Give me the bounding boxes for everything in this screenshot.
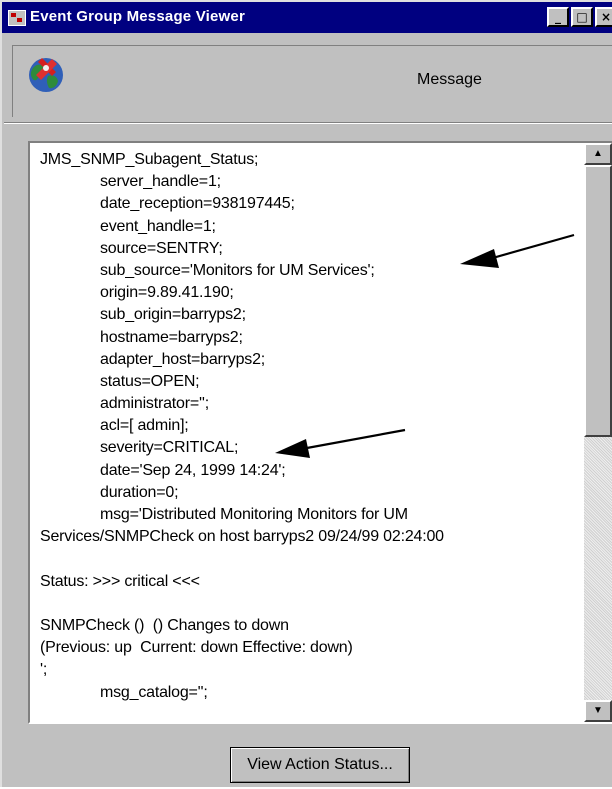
message-line: event_handle=1; bbox=[100, 217, 216, 235]
message-line: '; bbox=[40, 661, 48, 679]
message-line: origin=9.89.41.190; bbox=[100, 284, 234, 302]
message-text-area[interactable]: JMS_SNMP_Subagent_Status; server_handle=1… bbox=[28, 141, 612, 724]
header-panel bbox=[12, 45, 612, 117]
message-line: duration=0; bbox=[100, 483, 179, 501]
message-line: (Previous: up Current: down Effective: d… bbox=[40, 639, 353, 657]
scroll-down-arrow-icon[interactable]: ▼ bbox=[584, 700, 612, 722]
message-line: server_handle=1; bbox=[100, 173, 221, 191]
panel-divider bbox=[4, 122, 612, 124]
app-icon[interactable] bbox=[8, 10, 26, 26]
message-line: sub_origin=barryps2; bbox=[100, 306, 246, 324]
event-group-message-viewer-window: Event Group Message Viewer _ □ × Message… bbox=[0, 0, 612, 787]
message-line: date='Sep 24, 1999 14:24'; bbox=[100, 461, 286, 479]
message-line: msg='Distributed Monitoring Monitors for… bbox=[100, 506, 408, 523]
message-line: SNMPCheck () () Changes to down bbox=[40, 616, 289, 634]
message-line: msg_catalog=''; bbox=[100, 683, 208, 701]
vertical-scrollbar[interactable]: ▲ ▼ bbox=[584, 143, 612, 722]
message-line: JMS_SNMP_Subagent_Status; bbox=[40, 151, 259, 168]
window-title: Event Group Message Viewer bbox=[30, 8, 246, 25]
message-line: administrator=''; bbox=[100, 395, 209, 413]
globe-icon bbox=[29, 58, 63, 92]
message-label: Message bbox=[417, 71, 482, 88]
message-line: acl=[ admin]; bbox=[100, 417, 189, 435]
message-line: date_reception=938197445; bbox=[100, 195, 295, 213]
message-line: status=OPEN; bbox=[100, 372, 200, 390]
minimize-button[interactable]: _ bbox=[547, 7, 569, 27]
view-action-status-button[interactable]: View Action Status... bbox=[230, 747, 410, 783]
message-line: hostname=barryps2; bbox=[100, 328, 243, 346]
message-line: Status: >>> critical <<< bbox=[40, 572, 200, 590]
scrollbar-thumb[interactable] bbox=[584, 165, 612, 437]
title-bar[interactable]: Event Group Message Viewer _ □ × bbox=[2, 2, 612, 33]
scroll-up-arrow-icon[interactable]: ▲ bbox=[584, 143, 612, 165]
message-line bbox=[40, 548, 585, 570]
message-line: Services/SNMPCheck on host barryps2 09/2… bbox=[40, 528, 444, 546]
message-text[interactable]: JMS_SNMP_Subagent_Status; server_handle=1… bbox=[40, 149, 585, 704]
maximize-button[interactable]: □ bbox=[571, 7, 593, 27]
message-line: source=SENTRY; bbox=[100, 239, 223, 257]
message-line bbox=[40, 593, 585, 615]
close-button[interactable]: × bbox=[595, 7, 612, 27]
message-line: adapter_host=barryps2; bbox=[100, 350, 266, 368]
message-line: sub_source='Monitors for UM Services'; bbox=[100, 261, 375, 279]
message-line: severity=CRITICAL; bbox=[100, 439, 239, 457]
